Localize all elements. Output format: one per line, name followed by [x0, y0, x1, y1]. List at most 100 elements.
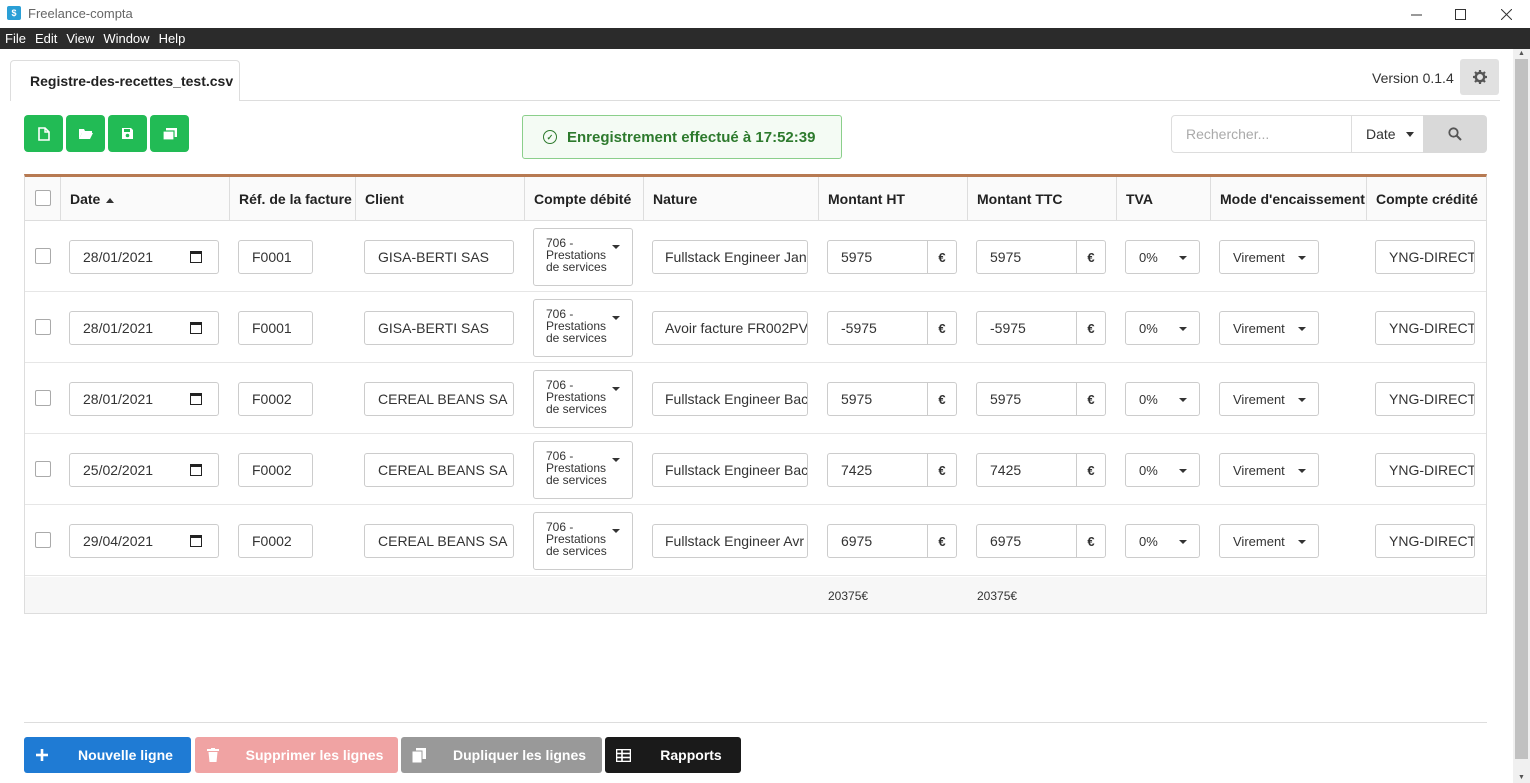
mode-encaissement-select[interactable]: Virement — [1219, 524, 1319, 558]
tva-select[interactable]: 0% — [1125, 240, 1200, 274]
nature-input[interactable]: Fullstack Engineer Baca — [652, 453, 808, 487]
client-input[interactable]: GISA-BERTI SAS — [364, 311, 514, 345]
calendar-icon[interactable] — [190, 322, 202, 334]
montant-ht-input[interactable]: 7425 € — [827, 453, 957, 487]
compte-debite-select[interactable]: 706 - Prestations de services — [533, 228, 633, 286]
tva-select[interactable]: 0% — [1125, 453, 1200, 487]
reports-button[interactable]: Rapports — [605, 737, 741, 773]
new-file-button[interactable] — [24, 115, 63, 152]
compte-credite-input[interactable]: YNG-DIRECT — [1375, 382, 1475, 416]
compte-credite-input[interactable]: YNG-DIRECT — [1375, 240, 1475, 274]
montant-ttc-input[interactable]: 7425 € — [976, 453, 1106, 487]
montant-ttc-input[interactable]: 5975 € — [976, 382, 1106, 416]
compte-credite-input[interactable]: YNG-DIRECT — [1375, 311, 1475, 345]
nature-input[interactable]: Fullstack Engineer Avr 2 — [652, 524, 808, 558]
menu-window[interactable]: Window — [103, 31, 149, 46]
nature-input[interactable]: Fullstack Engineer Jan 2 — [652, 240, 808, 274]
minimize-button[interactable] — [1393, 0, 1439, 28]
close-button[interactable] — [1483, 0, 1529, 28]
duplicate-lines-button[interactable]: Dupliquer les lignes — [401, 737, 602, 773]
vertical-scrollbar[interactable]: ▲ ▼ — [1513, 49, 1530, 783]
row-checkbox[interactable] — [35, 390, 51, 406]
calendar-icon[interactable] — [190, 251, 202, 263]
compte-credite-input[interactable]: YNG-DIRECT — [1375, 524, 1475, 558]
invoice-ref-input[interactable]: F0002 — [238, 453, 313, 487]
client-input[interactable]: CEREAL BEANS SA — [364, 382, 514, 416]
header-client[interactable]: Client — [356, 177, 525, 221]
save-as-button[interactable] — [150, 115, 189, 152]
row-checkbox[interactable] — [35, 319, 51, 335]
menu-file[interactable]: File — [5, 31, 26, 46]
mode-encaissement-select[interactable]: Virement — [1219, 311, 1319, 345]
row-checkbox[interactable] — [35, 532, 51, 548]
client-input[interactable]: CEREAL BEANS SA — [364, 453, 514, 487]
delete-lines-button[interactable]: Supprimer les lignes — [195, 737, 398, 773]
new-line-button[interactable]: Nouvelle ligne — [24, 737, 191, 773]
scroll-up-icon[interactable]: ▲ — [1513, 49, 1530, 59]
header-montant-ttc[interactable]: Montant TTC — [968, 177, 1117, 221]
invoice-ref-input[interactable]: F0002 — [238, 382, 313, 416]
compte-credite-input[interactable]: YNG-DIRECT — [1375, 453, 1475, 487]
compte-debite-select[interactable]: 706 - Prestations de services — [533, 299, 633, 357]
calendar-icon[interactable] — [190, 535, 202, 547]
invoice-ref-input[interactable]: F0002 — [238, 524, 313, 558]
montant-ht-input[interactable]: 5975 € — [827, 382, 957, 416]
header-montant-ht[interactable]: Montant HT — [819, 177, 968, 221]
tva-select[interactable]: 0% — [1125, 524, 1200, 558]
settings-button[interactable] — [1460, 59, 1499, 95]
montant-ht-value: 7425 — [841, 462, 873, 478]
header-compte-credite[interactable]: Compte crédité — [1367, 177, 1486, 221]
scroll-thumb[interactable] — [1515, 59, 1528, 759]
save-button[interactable] — [108, 115, 147, 152]
montant-ttc-input[interactable]: 5975 € — [976, 240, 1106, 274]
montant-ht-input[interactable]: -5975 € — [827, 311, 957, 345]
montant-ttc-value: 5975 — [990, 391, 1022, 407]
date-input[interactable]: 28/01/2021 — [69, 382, 219, 416]
invoice-ref-input[interactable]: F0001 — [238, 240, 313, 274]
menu-help[interactable]: Help — [159, 31, 186, 46]
nature-input[interactable]: Fullstack Engineer Baca — [652, 382, 808, 416]
open-folder-button[interactable] — [66, 115, 105, 152]
nature-input[interactable]: Avoir facture FR002PV — [652, 311, 808, 345]
row-checkbox[interactable] — [35, 248, 51, 264]
calendar-icon[interactable] — [190, 393, 202, 405]
compte-debite-select[interactable]: 706 - Prestations de services — [533, 441, 633, 499]
header-ref[interactable]: Réf. de la facture — [230, 177, 356, 221]
search-button[interactable] — [1423, 115, 1487, 153]
header-nature[interactable]: Nature — [644, 177, 819, 221]
maximize-button[interactable] — [1437, 0, 1483, 28]
client-input[interactable]: CEREAL BEANS SA — [364, 524, 514, 558]
client-input[interactable]: GISA-BERTI SAS — [364, 240, 514, 274]
search-field-select[interactable]: Date — [1351, 115, 1424, 153]
montant-ht-value: 6975 — [841, 533, 873, 549]
mode-encaissement-select[interactable]: Virement — [1219, 240, 1319, 274]
scroll-down-icon[interactable]: ▼ — [1513, 773, 1530, 783]
mode-encaissement-select[interactable]: Virement — [1219, 453, 1319, 487]
calendar-icon[interactable] — [190, 464, 202, 476]
search-input[interactable] — [1171, 115, 1352, 153]
header-mode[interactable]: Mode d'encaissement — [1211, 177, 1367, 221]
tva-select[interactable]: 0% — [1125, 311, 1200, 345]
header-tva[interactable]: TVA — [1117, 177, 1211, 221]
row-checkbox[interactable] — [35, 461, 51, 477]
invoice-ref-input[interactable]: F0001 — [238, 311, 313, 345]
date-input[interactable]: 25/02/2021 — [69, 453, 219, 487]
date-input[interactable]: 28/01/2021 — [69, 240, 219, 274]
montant-ht-input[interactable]: 5975 € — [827, 240, 957, 274]
compte-debite-select[interactable]: 706 - Prestations de services — [533, 512, 633, 570]
montant-ttc-input[interactable]: -5975 € — [976, 311, 1106, 345]
chevron-down-icon — [1298, 540, 1306, 544]
header-compte-debite[interactable]: Compte débité — [525, 177, 644, 221]
compte-debite-select[interactable]: 706 - Prestations de services — [533, 370, 633, 428]
menu-view[interactable]: View — [66, 31, 94, 46]
mode-encaissement-select[interactable]: Virement — [1219, 382, 1319, 416]
montant-ttc-input[interactable]: 6975 € — [976, 524, 1106, 558]
header-date[interactable]: Date — [61, 177, 230, 221]
montant-ht-input[interactable]: 6975 € — [827, 524, 957, 558]
tva-select[interactable]: 0% — [1125, 382, 1200, 416]
tab-file[interactable]: Registre-des-recettes_test.csv — [10, 60, 240, 101]
select-all-checkbox[interactable] — [35, 190, 51, 206]
date-input[interactable]: 29/04/2021 — [69, 524, 219, 558]
menu-edit[interactable]: Edit — [35, 31, 57, 46]
date-input[interactable]: 28/01/2021 — [69, 311, 219, 345]
